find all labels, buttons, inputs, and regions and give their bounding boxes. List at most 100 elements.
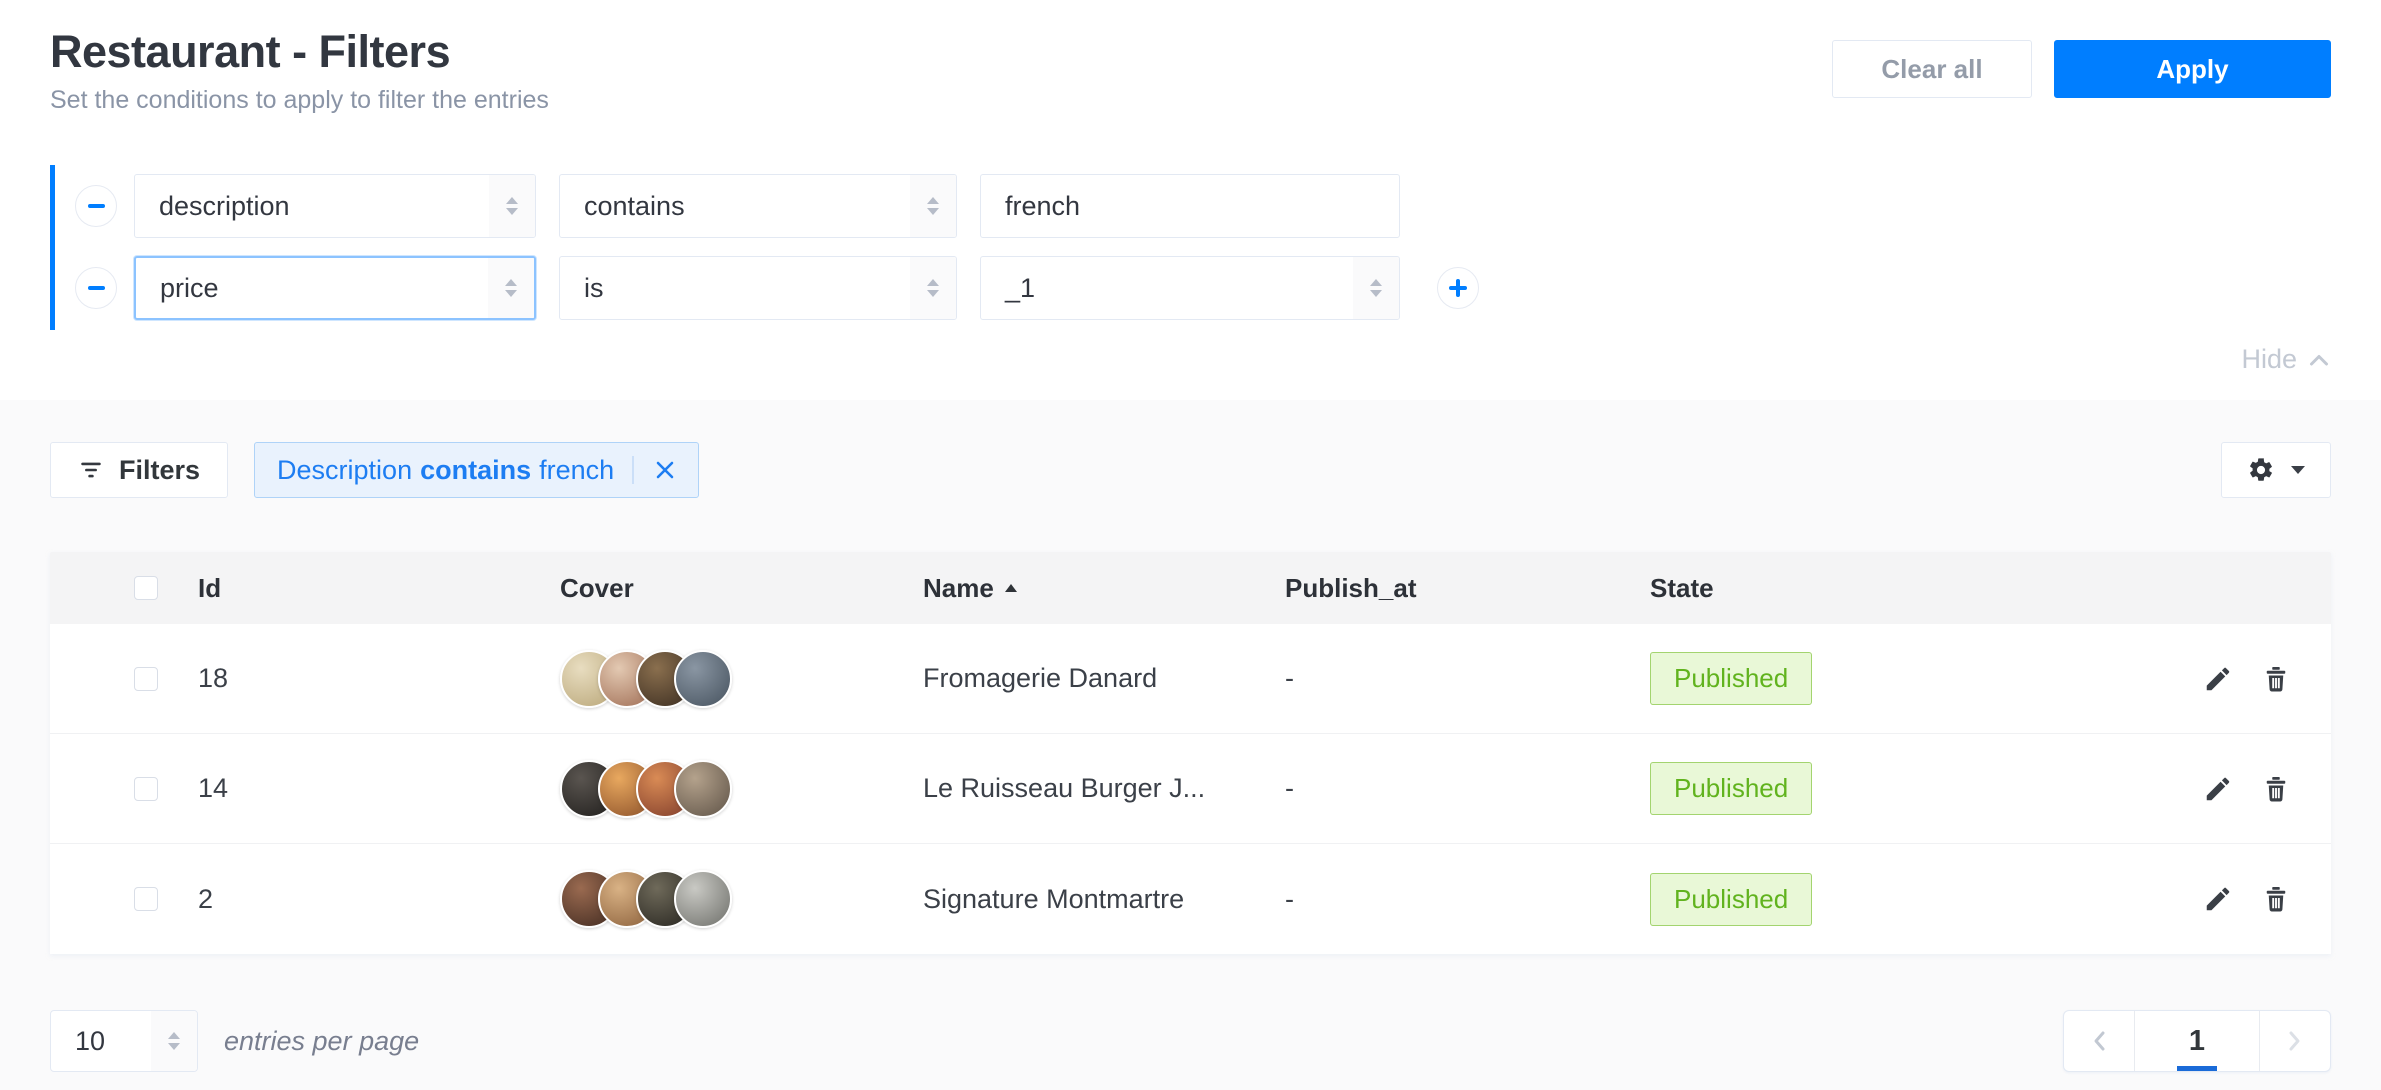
minus-icon <box>88 286 105 290</box>
toolbar-left: Filters Description contains french <box>50 442 699 498</box>
filters-button[interactable]: Filters <box>50 442 228 498</box>
edit-button[interactable] <box>2201 662 2235 696</box>
status-badge: Published <box>1650 652 1812 705</box>
select-value: contains <box>560 191 685 222</box>
page-size-select[interactable]: 10 <box>50 1010 198 1072</box>
cover-cell <box>560 760 923 818</box>
column-header-id[interactable]: Id <box>198 573 560 604</box>
table-row[interactable]: 14 Le Ruisseau Burger J... - Published <box>50 734 2331 844</box>
filter-field-select[interactable]: description <box>134 174 536 238</box>
plus-icon <box>1449 279 1467 297</box>
cover-photo <box>674 760 732 818</box>
tag-divider <box>632 456 634 484</box>
close-icon <box>654 459 676 481</box>
publish-at-cell: - <box>1285 884 1650 915</box>
active-filter-tag[interactable]: Description contains french <box>254 442 699 498</box>
add-condition-button[interactable] <box>1437 267 1479 309</box>
toolbar: Filters Description contains french <box>50 442 2331 498</box>
cover-cell <box>560 650 923 708</box>
select-arrows-icon <box>910 175 956 237</box>
trash-icon <box>2261 664 2291 694</box>
next-page-button[interactable] <box>2260 1011 2330 1071</box>
filter-tag-operator: contains <box>420 455 531 486</box>
select-arrows-icon <box>488 258 534 318</box>
header-row: Restaurant - Filters Set the conditions … <box>0 26 2381 115</box>
minus-icon <box>88 204 105 208</box>
filter-operator-select[interactable]: contains <box>559 174 957 238</box>
filter-condition-row: price is _1 <box>75 256 2331 320</box>
select-value: is <box>560 273 604 304</box>
checkbox-cell <box>50 667 198 691</box>
publish-at-cell: - <box>1285 773 1650 804</box>
remove-filter-tag-button[interactable] <box>650 455 680 485</box>
titles: Restaurant - Filters Set the conditions … <box>50 26 549 115</box>
column-header-cover[interactable]: Cover <box>560 573 923 604</box>
chevron-up-icon <box>2309 354 2329 366</box>
select-all-checkbox[interactable] <box>134 576 158 600</box>
hide-filters-link[interactable]: Hide <box>2241 344 2329 375</box>
column-header-state[interactable]: State <box>1650 573 2171 604</box>
edit-button[interactable] <box>2201 882 2235 916</box>
row-checkbox[interactable] <box>134 777 158 801</box>
name-cell: Signature Montmartre <box>923 884 1285 915</box>
current-page-label: 1 <box>2189 1025 2205 1058</box>
page-size-controls: 10 entries per page <box>50 1010 419 1072</box>
pencil-icon <box>2203 774 2233 804</box>
column-header-publish-at[interactable]: Publish_at <box>1285 573 1650 604</box>
entries-per-page-label: entries per page <box>224 1026 419 1057</box>
row-checkbox[interactable] <box>134 667 158 691</box>
filter-tag-value: french <box>539 455 614 486</box>
select-arrows-icon <box>151 1011 197 1071</box>
pencil-icon <box>2203 884 2233 914</box>
actions-cell <box>2171 662 2331 696</box>
select-arrows-icon <box>1353 257 1399 319</box>
cover-photo <box>674 650 732 708</box>
select-arrows-icon <box>910 257 956 319</box>
sort-asc-icon <box>1005 584 1017 592</box>
remove-condition-button[interactable] <box>75 267 117 309</box>
header-actions: Clear all Apply <box>1832 40 2331 98</box>
filter-value-select[interactable]: _1 <box>980 256 1400 320</box>
remove-condition-button[interactable] <box>75 185 117 227</box>
table-row[interactable]: 18 Fromagerie Danard - Published <box>50 624 2331 734</box>
edit-button[interactable] <box>2201 772 2235 806</box>
hide-label: Hide <box>2241 344 2297 375</box>
clear-all-button[interactable]: Clear all <box>1832 40 2032 98</box>
filter-icon <box>78 457 104 483</box>
table-header-row: Id Cover Name Publish_at State <box>50 552 2331 624</box>
select-value: _1 <box>981 273 1035 304</box>
chevron-right-icon <box>2287 1029 2303 1053</box>
id-cell: 18 <box>198 663 560 694</box>
filter-value-input[interactable] <box>980 174 1400 238</box>
entries-table: Id Cover Name Publish_at State 18 Fromag… <box>50 552 2331 954</box>
table-row[interactable]: 2 Signature Montmartre - Published <box>50 844 2331 954</box>
actions-cell <box>2171 882 2331 916</box>
pagination: 1 <box>2063 1010 2331 1072</box>
delete-button[interactable] <box>2259 772 2293 806</box>
filter-operator-select[interactable]: is <box>559 256 957 320</box>
table-footer: 10 entries per page 1 <box>50 1010 2331 1072</box>
select-value: description <box>135 191 290 222</box>
filter-condition-row: description contains <box>75 174 2331 238</box>
list-settings-dropdown-button[interactable] <box>2221 442 2331 498</box>
name-cell: Fromagerie Danard <box>923 663 1285 694</box>
page-number-1[interactable]: 1 <box>2134 1011 2260 1071</box>
publish-at-cell: - <box>1285 663 1650 694</box>
delete-button[interactable] <box>2259 662 2293 696</box>
trash-icon <box>2261 774 2291 804</box>
delete-button[interactable] <box>2259 882 2293 916</box>
row-checkbox[interactable] <box>134 887 158 911</box>
gear-icon <box>2247 456 2275 484</box>
list-view-section: Filters Description contains french <box>0 400 2381 1072</box>
id-cell: 14 <box>198 773 560 804</box>
filter-field-select[interactable]: price <box>134 256 536 320</box>
actions-cell <box>2171 772 2331 806</box>
column-header-name[interactable]: Name <box>923 573 1285 604</box>
page-title: Restaurant - Filters <box>50 26 549 78</box>
hide-row: Hide <box>0 344 2381 375</box>
state-cell: Published <box>1650 873 2171 926</box>
select-arrows-icon <box>489 175 535 237</box>
id-cell: 2 <box>198 884 560 915</box>
apply-button[interactable]: Apply <box>2054 40 2331 98</box>
previous-page-button[interactable] <box>2064 1011 2134 1071</box>
